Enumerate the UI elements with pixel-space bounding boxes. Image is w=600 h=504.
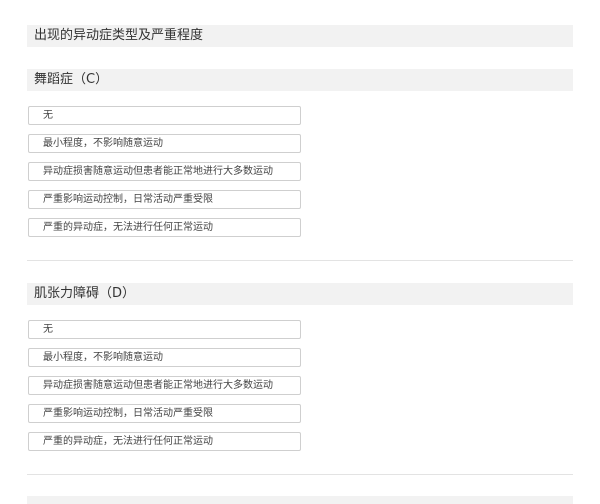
chorea-option-severe[interactable]: 严重的异动症，无法进行任何正常运动	[28, 218, 301, 237]
chorea-option-none[interactable]: 无	[28, 106, 301, 125]
chorea-option-severe-limit[interactable]: 严重影响运动控制，日常活动严重受限	[28, 190, 301, 209]
chorea-option-impairs[interactable]: 异动症损害随意运动但患者能正常地进行大多数运动	[28, 162, 301, 181]
dystonia-option-none[interactable]: 无	[28, 320, 301, 339]
questionnaire-page: 出现的异动症类型及严重程度 舞蹈症（C） 无 最小程度，不影响随意运动 异动症损…	[0, 0, 600, 504]
section-divider	[27, 260, 573, 261]
main-question-title: 出现的异动症类型及严重程度	[27, 25, 573, 47]
chorea-option-minimal[interactable]: 最小程度，不影响随意运动	[28, 134, 301, 153]
section-header-chorea: 舞蹈症（C）	[27, 69, 573, 91]
dystonia-option-severe[interactable]: 严重的异动症，无法进行任何正常运动	[28, 432, 301, 451]
next-section-header-partial	[27, 496, 573, 504]
section-divider	[27, 474, 573, 475]
dystonia-option-impairs[interactable]: 异动症损害随意运动但患者能正常地进行大多数运动	[28, 376, 301, 395]
section-header-dystonia: 肌张力障碍（D）	[27, 283, 573, 305]
dystonia-option-minimal[interactable]: 最小程度，不影响随意运动	[28, 348, 301, 367]
dystonia-option-severe-limit[interactable]: 严重影响运动控制，日常活动严重受限	[28, 404, 301, 423]
